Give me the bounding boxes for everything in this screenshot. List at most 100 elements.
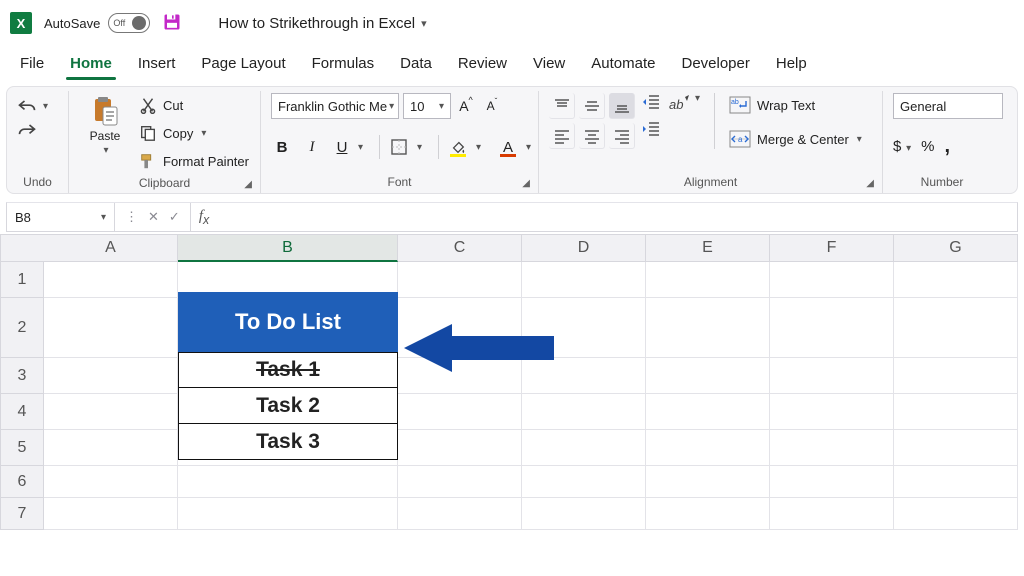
- dialog-launcher-icon[interactable]: ◢: [244, 179, 252, 190]
- todo-header-cell[interactable]: To Do List: [178, 292, 398, 352]
- grid-cell[interactable]: [770, 394, 894, 430]
- dialog-launcher-icon[interactable]: ◢: [866, 178, 874, 189]
- chevron-down-icon[interactable]: ▾: [857, 134, 862, 145]
- increase-font-button[interactable]: A^: [455, 94, 477, 118]
- fill-color-button[interactable]: ▾: [447, 135, 469, 159]
- grid-cell[interactable]: [522, 430, 646, 466]
- tab-view[interactable]: View: [531, 49, 567, 80]
- todo-row[interactable]: Task 3: [178, 424, 398, 460]
- wrap-text-button[interactable]: ab Wrap Text: [729, 93, 862, 117]
- paste-button[interactable]: Paste ▾: [79, 93, 131, 156]
- grid-cell[interactable]: [770, 466, 894, 498]
- increase-indent-button[interactable]: [641, 120, 661, 141]
- grid-cell[interactable]: [894, 466, 1018, 498]
- grid-cell[interactable]: [398, 430, 522, 466]
- row-header[interactable]: 3: [0, 358, 44, 394]
- tab-developer[interactable]: Developer: [679, 49, 751, 80]
- grid-cell[interactable]: [646, 358, 770, 394]
- grid-cell[interactable]: [894, 358, 1018, 394]
- grid-cell[interactable]: [646, 262, 770, 298]
- align-right-button[interactable]: [609, 123, 635, 149]
- name-box[interactable]: B8 ▾: [7, 203, 115, 231]
- grid-cell[interactable]: [44, 394, 178, 430]
- decrease-font-button[interactable]: Aˇ: [481, 94, 503, 118]
- chevron-down-icon[interactable]: ▾: [476, 142, 481, 153]
- cut-button[interactable]: Cut: [139, 93, 249, 117]
- merge-center-button[interactable]: a Merge & Center ▾: [729, 127, 862, 151]
- grid-cell[interactable]: [44, 358, 178, 394]
- orientation-button[interactable]: ab ▾: [667, 93, 700, 149]
- bold-button[interactable]: B: [271, 135, 293, 159]
- italic-button[interactable]: I: [301, 135, 323, 159]
- font-name-select[interactable]: Franklin Gothic Me▾: [271, 93, 399, 119]
- grid-cell[interactable]: [894, 298, 1018, 358]
- tab-home[interactable]: Home: [68, 49, 114, 80]
- todo-row[interactable]: Task 1: [178, 352, 398, 388]
- chevron-down-icon[interactable]: ▾: [903, 143, 911, 154]
- grid-cell[interactable]: [770, 498, 894, 530]
- grid-cell[interactable]: [522, 498, 646, 530]
- grid-cell[interactable]: [770, 262, 894, 298]
- tab-insert[interactable]: Insert: [136, 49, 178, 80]
- grid-cell[interactable]: [646, 498, 770, 530]
- grid-cell[interactable]: [398, 262, 522, 298]
- borders-button[interactable]: ▾: [388, 135, 410, 159]
- chevron-down-icon[interactable]: ▾: [43, 101, 48, 112]
- grid-cell[interactable]: [894, 394, 1018, 430]
- row-header[interactable]: 4: [0, 394, 44, 430]
- underline-button[interactable]: U▾: [331, 135, 353, 159]
- grid-cell[interactable]: [770, 430, 894, 466]
- cancel-formula-button[interactable]: ✕: [148, 209, 159, 225]
- tab-data[interactable]: Data: [398, 49, 434, 80]
- align-bottom-button[interactable]: [609, 93, 635, 119]
- chevron-down-icon[interactable]: ▾: [103, 145, 108, 156]
- dialog-launcher-icon[interactable]: ◢: [522, 178, 530, 189]
- grid-cell[interactable]: [44, 262, 178, 298]
- grid-cell[interactable]: [770, 298, 894, 358]
- undo-button[interactable]: ▾: [17, 97, 48, 115]
- grid-cell[interactable]: [522, 394, 646, 430]
- number-format-select[interactable]: General: [893, 93, 1003, 119]
- fx-icon[interactable]: fx: [191, 208, 209, 227]
- chevron-down-icon[interactable]: ▾: [358, 142, 363, 153]
- grid-cell[interactable]: [178, 498, 398, 530]
- align-top-button[interactable]: [549, 93, 575, 119]
- align-left-button[interactable]: [549, 123, 575, 149]
- format-painter-button[interactable]: Format Painter: [139, 149, 249, 173]
- grid-cell[interactable]: [522, 262, 646, 298]
- tab-automate[interactable]: Automate: [589, 49, 657, 80]
- grid-cell[interactable]: [646, 394, 770, 430]
- grid-cell[interactable]: [178, 466, 398, 498]
- chevron-down-icon[interactable]: ▾: [101, 212, 106, 223]
- grid-cell[interactable]: [894, 262, 1018, 298]
- align-center-button[interactable]: [579, 123, 605, 149]
- grid-cell[interactable]: [398, 394, 522, 430]
- row-header[interactable]: 1: [0, 262, 44, 298]
- row-header[interactable]: 7: [0, 498, 44, 530]
- chevron-down-icon[interactable]: ▾: [417, 142, 422, 153]
- col-header-E[interactable]: E: [646, 234, 770, 262]
- col-header-G[interactable]: G: [894, 234, 1018, 262]
- enter-formula-button[interactable]: ✓: [169, 209, 180, 225]
- grid-cell[interactable]: [894, 498, 1018, 530]
- save-button[interactable]: [162, 12, 182, 35]
- row-header[interactable]: 2: [0, 298, 44, 358]
- tab-help[interactable]: Help: [774, 49, 809, 80]
- grid-cell[interactable]: [646, 466, 770, 498]
- tab-formulas[interactable]: Formulas: [310, 49, 377, 80]
- decrease-indent-button[interactable]: [641, 93, 661, 114]
- comma-format-button[interactable]: ,: [945, 135, 951, 158]
- redo-button[interactable]: [17, 121, 48, 139]
- col-header-C[interactable]: C: [398, 234, 522, 262]
- row-header[interactable]: 6: [0, 466, 44, 498]
- grid-cell[interactable]: [646, 430, 770, 466]
- grid-cell[interactable]: [44, 430, 178, 466]
- grid-cell[interactable]: [44, 298, 178, 358]
- grid-cell[interactable]: [894, 430, 1018, 466]
- row-header[interactable]: 5: [0, 430, 44, 466]
- align-middle-button[interactable]: [579, 93, 605, 119]
- autosave-toggle[interactable]: AutoSave Off: [44, 13, 150, 33]
- chevron-down-icon[interactable]: ▾: [201, 128, 206, 139]
- tab-review[interactable]: Review: [456, 49, 509, 80]
- col-header-F[interactable]: F: [770, 234, 894, 262]
